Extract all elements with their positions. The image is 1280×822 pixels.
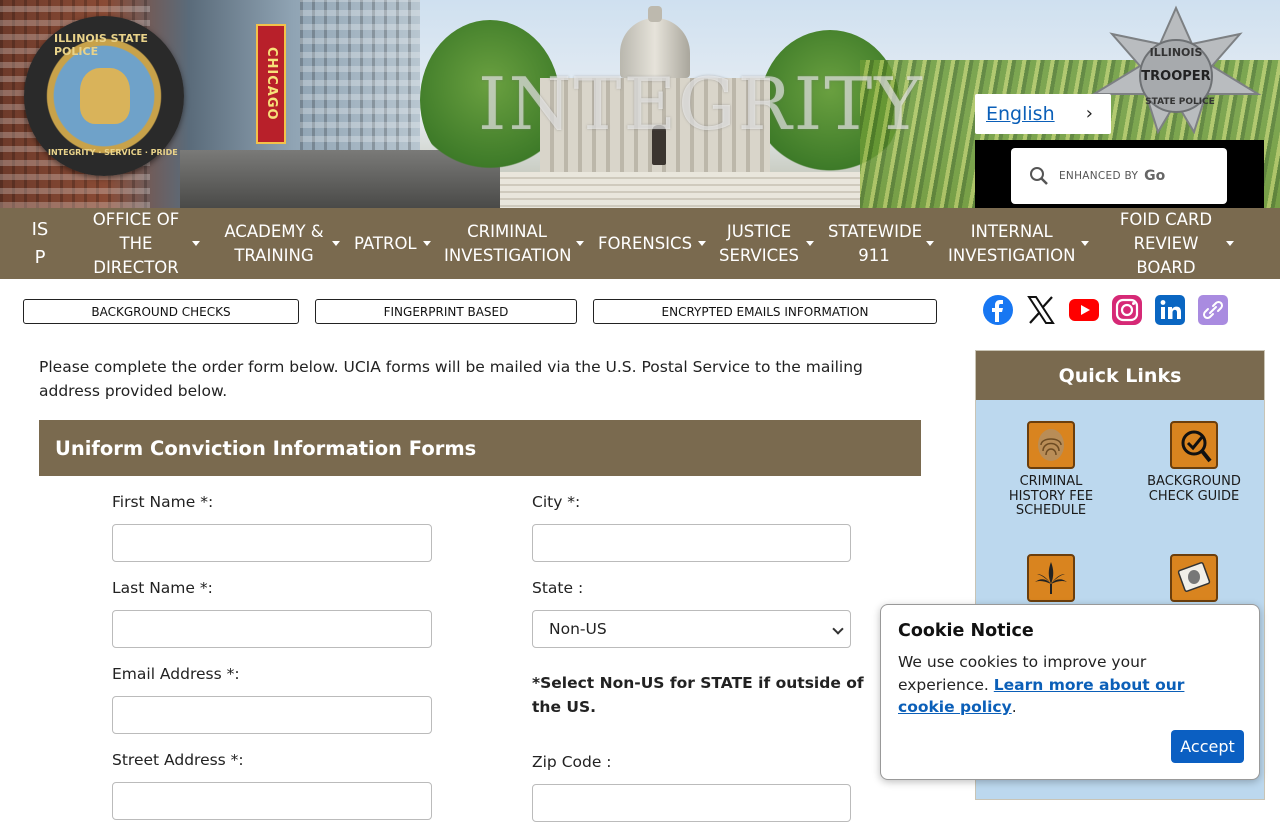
cannabis-icon <box>1027 554 1075 602</box>
nav-item-office-of-the-director[interactable]: OFFICE OF THE DIRECTOR <box>86 208 210 279</box>
quick-link-fingerprint-card[interactable] <box>1134 554 1254 602</box>
header-banner: CHICAGO INTEGRITY ILLINOIS STATE POLICE … <box>0 0 1280 208</box>
search-container: ENHANCED BY Go <box>975 140 1264 208</box>
chevron-right-icon: › <box>1085 103 1093 124</box>
instagram-icon[interactable] <box>1111 294 1143 326</box>
nav-item-patrol[interactable]: PATROL <box>354 208 434 279</box>
chicago-sign: CHICAGO <box>256 24 286 144</box>
nav-item-criminal-investigation[interactable]: CRIMINAL INVESTIGATION <box>444 208 584 279</box>
zip-code-label: Zip Code : <box>532 753 612 771</box>
email-input[interactable] <box>112 696 432 734</box>
last-name-label: Last Name *: <box>112 579 213 597</box>
facebook-icon[interactable] <box>982 294 1014 326</box>
city-input[interactable] <box>532 524 851 562</box>
search-icon <box>1030 167 1048 185</box>
zip-code-input[interactable] <box>532 784 851 822</box>
isp-seal-logo[interactable]: ILLINOIS STATE POLICE INTEGRITY · SERVIC… <box>24 16 184 176</box>
caret-down-icon <box>192 241 200 246</box>
integrity-watermark: INTEGRITY <box>478 62 924 146</box>
street-address-input[interactable] <box>112 782 432 820</box>
nav-item-foid-card-review-board[interactable]: FOID CARD REVIEW BOARD <box>1112 208 1244 279</box>
caret-down-icon <box>698 241 707 246</box>
quick-link-criminal-history-fee-schedule[interactable]: CRIMINAL HISTORY FEE SCHEDULE <box>991 421 1111 519</box>
nav-item-isp[interactable]: IS P <box>28 208 52 279</box>
background-checks-button[interactable]: BACKGROUND CHECKS <box>23 299 299 324</box>
quick-links-title: Quick Links <box>976 351 1264 400</box>
state-select[interactable]: Non-US <box>532 610 851 648</box>
cookie-title: Cookie Notice <box>898 621 1034 641</box>
youtube-icon[interactable] <box>1068 294 1100 326</box>
encrypted-emails-button[interactable]: ENCRYPTED EMAILS INFORMATION <box>593 299 937 324</box>
magnifier-check-icon <box>1170 421 1218 469</box>
search-input[interactable]: ENHANCED BY Go <box>1011 148 1227 204</box>
first-name-label: First Name *: <box>112 493 214 511</box>
nav-item-statewide-911[interactable]: STATEWIDE 911 <box>828 208 936 279</box>
accept-button[interactable]: Accept <box>1171 730 1244 763</box>
nav-item-internal-investigation[interactable]: INTERNAL INVESTIGATION <box>948 208 1090 279</box>
seal-text-top: ILLINOIS STATE POLICE <box>54 32 148 58</box>
language-label[interactable]: English <box>986 103 1055 125</box>
search-brand: Go <box>1144 168 1166 184</box>
caret-down-icon <box>332 241 340 246</box>
city-label: City *: <box>532 493 581 511</box>
quick-link-background-check-guide[interactable]: BACKGROUND CHECK GUIDE <box>1134 421 1254 504</box>
street-address-label: Street Address *: <box>112 751 244 769</box>
fingerprint-card-icon <box>1170 554 1218 602</box>
trooper-badge-icon: ILLINOIS TROOPER STATE POLICE <box>1090 5 1262 134</box>
search-enhanced-label: ENHANCED BY <box>1059 170 1139 182</box>
form-title: Uniform Conviction Information Forms <box>39 420 921 476</box>
cookie-body: We use cookies to improve your experienc… <box>898 653 1185 716</box>
language-selector[interactable]: English › <box>975 94 1111 134</box>
x-icon[interactable] <box>1025 294 1057 326</box>
main-nav: IS P OFFICE OF THE DIRECTOR ACADEMY & TR… <box>0 208 1280 279</box>
nav-item-forensics[interactable]: FORENSICS <box>598 208 708 279</box>
chevron-down-icon <box>832 623 844 635</box>
quick-link-cannabis[interactable] <box>991 554 1111 602</box>
first-name-input[interactable] <box>112 524 432 562</box>
state-note: *Select Non-US for STATE if outside of t… <box>532 674 864 716</box>
linkedin-icon[interactable] <box>1154 294 1186 326</box>
fingerprint-based-button[interactable]: FINGERPRINT BASED <box>315 299 577 324</box>
quick-link-label: CRIMINAL HISTORY FEE SCHEDULE <box>1008 474 1094 518</box>
nav-item-justice-services[interactable]: JUSTICE SERVICES <box>718 208 814 279</box>
caret-down-icon <box>1081 241 1090 246</box>
email-label: Email Address *: <box>112 665 240 683</box>
link-icon[interactable] <box>1197 294 1229 326</box>
caret-down-icon <box>806 241 814 246</box>
state-select-value: Non-US <box>549 620 607 638</box>
cookie-notice: Cookie Notice We use cookies to improve … <box>880 604 1260 780</box>
caret-down-icon <box>422 241 431 246</box>
caret-down-icon <box>1226 241 1234 246</box>
badge-text-top: ILLINOIS <box>1150 46 1203 59</box>
nav-item-academy-training[interactable]: ACADEMY & TRAINING <box>222 208 342 279</box>
badge-text-middle: TROOPER <box>1141 69 1210 84</box>
state-label: State : <box>532 579 584 597</box>
intro-text: Please complete the order form below. UC… <box>39 358 863 400</box>
caret-down-icon <box>926 241 934 246</box>
badge-text-bottom: STATE POLICE <box>1145 97 1215 107</box>
caret-down-icon <box>576 241 584 246</box>
quick-link-label: BACKGROUND CHECK GUIDE <box>1147 474 1241 504</box>
last-name-input[interactable] <box>112 610 432 648</box>
seal-text-bottom: INTEGRITY · SERVICE · PRIDE <box>48 148 178 157</box>
fingerprint-icon <box>1027 421 1075 469</box>
